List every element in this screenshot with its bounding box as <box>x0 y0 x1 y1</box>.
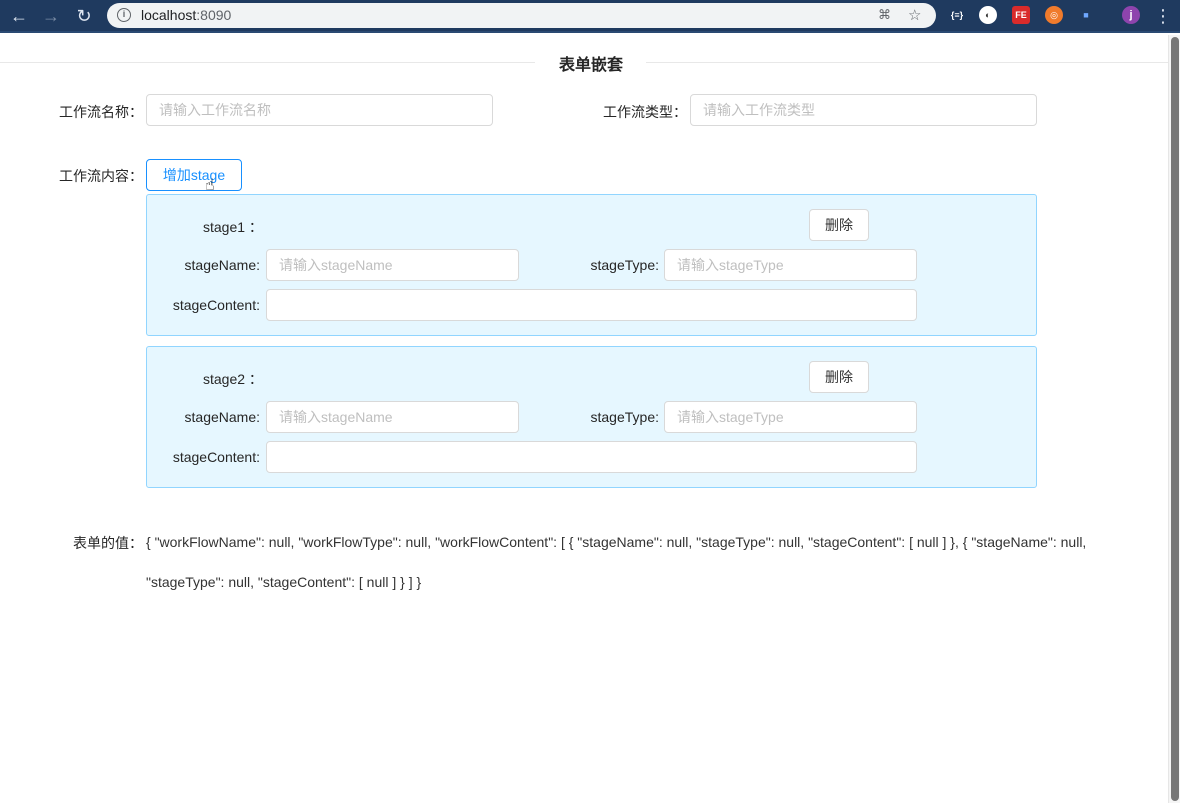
extension-json-icon[interactable]: {≡} <box>948 6 966 24</box>
stage-type-label: stageType: <box>590 257 660 273</box>
translate-icon[interactable]: ⌘ <box>878 7 891 23</box>
stage-title: stage2 ： <box>203 371 263 387</box>
hand-cursor-icon: ☝ <box>205 177 215 194</box>
info-icon[interactable]: i <box>117 8 131 22</box>
form-value-text: { "workFlowName": null, "workFlowType": … <box>146 534 1087 590</box>
stage-title: stage1 ： <box>203 219 263 235</box>
extension-square-icon[interactable]: ■ <box>1077 6 1095 24</box>
stage-type-label: stageType: <box>590 409 660 425</box>
title-divider-left <box>0 62 535 63</box>
star-icon[interactable]: ☆ <box>908 6 921 24</box>
page-scrollbar[interactable] <box>1168 35 1180 803</box>
back-icon[interactable]: ← <box>8 5 30 27</box>
page-content: 表单嵌套 工作流名称： 工作流类型： 工作流内容： 增加stage ☝ stag… <box>0 35 1168 803</box>
extension-fe-icon[interactable]: FE <box>1012 6 1030 24</box>
stage-card-1: stage1 ： 删除 stageName: stageType: stageC… <box>146 194 1037 336</box>
stage-content-input[interactable] <box>266 289 917 321</box>
page-title: 表单嵌套 <box>558 57 623 74</box>
workflow-name-label: 工作流名称： <box>59 104 143 120</box>
stage-content-label: stageContent: <box>172 449 260 465</box>
delete-stage-button[interactable]: 删除 <box>809 209 869 241</box>
workflow-type-input[interactable] <box>690 94 1037 126</box>
menu-icon[interactable]: ⋮ <box>1152 5 1174 27</box>
form-value-label: 表单的值： <box>73 535 143 551</box>
reload-icon[interactable]: ↻ <box>73 5 95 27</box>
address-bar[interactable]: i localhost:8090 ⌘ ☆ <box>107 3 936 28</box>
workflow-content-label: 工作流内容： <box>59 168 143 184</box>
stage-name-label: stageName: <box>184 409 260 425</box>
stage-name-input[interactable] <box>266 249 519 281</box>
stage-name-label: stageName: <box>184 257 260 273</box>
url-text: localhost:8090 <box>141 7 232 23</box>
browser-toolbar: ← → ↻ i localhost:8090 ⌘ ☆ {≡} ◐ FE ◎ ■ … <box>0 0 1180 33</box>
delete-stage-button[interactable]: 删除 <box>809 361 869 393</box>
stage-type-input[interactable] <box>664 249 917 281</box>
workflow-name-input[interactable] <box>146 94 493 126</box>
extension-ring-icon[interactable]: ◎ <box>1045 6 1063 24</box>
add-stage-button[interactable]: 增加stage <box>146 159 242 191</box>
scrollbar-thumb[interactable] <box>1171 37 1179 801</box>
stage-name-input[interactable] <box>266 401 519 433</box>
title-divider-right <box>646 62 1168 63</box>
stage-content-input[interactable] <box>266 441 917 473</box>
profile-avatar[interactable]: j <box>1122 6 1140 24</box>
stage-card-2: stage2 ： 删除 stageName: stageType: stageC… <box>146 346 1037 488</box>
extension-moon-icon[interactable]: ◐ <box>979 6 997 24</box>
stage-type-input[interactable] <box>664 401 917 433</box>
forward-icon[interactable]: → <box>40 5 62 27</box>
workflow-type-label: 工作流类型： <box>603 104 687 120</box>
stage-content-label: stageContent: <box>172 297 260 313</box>
